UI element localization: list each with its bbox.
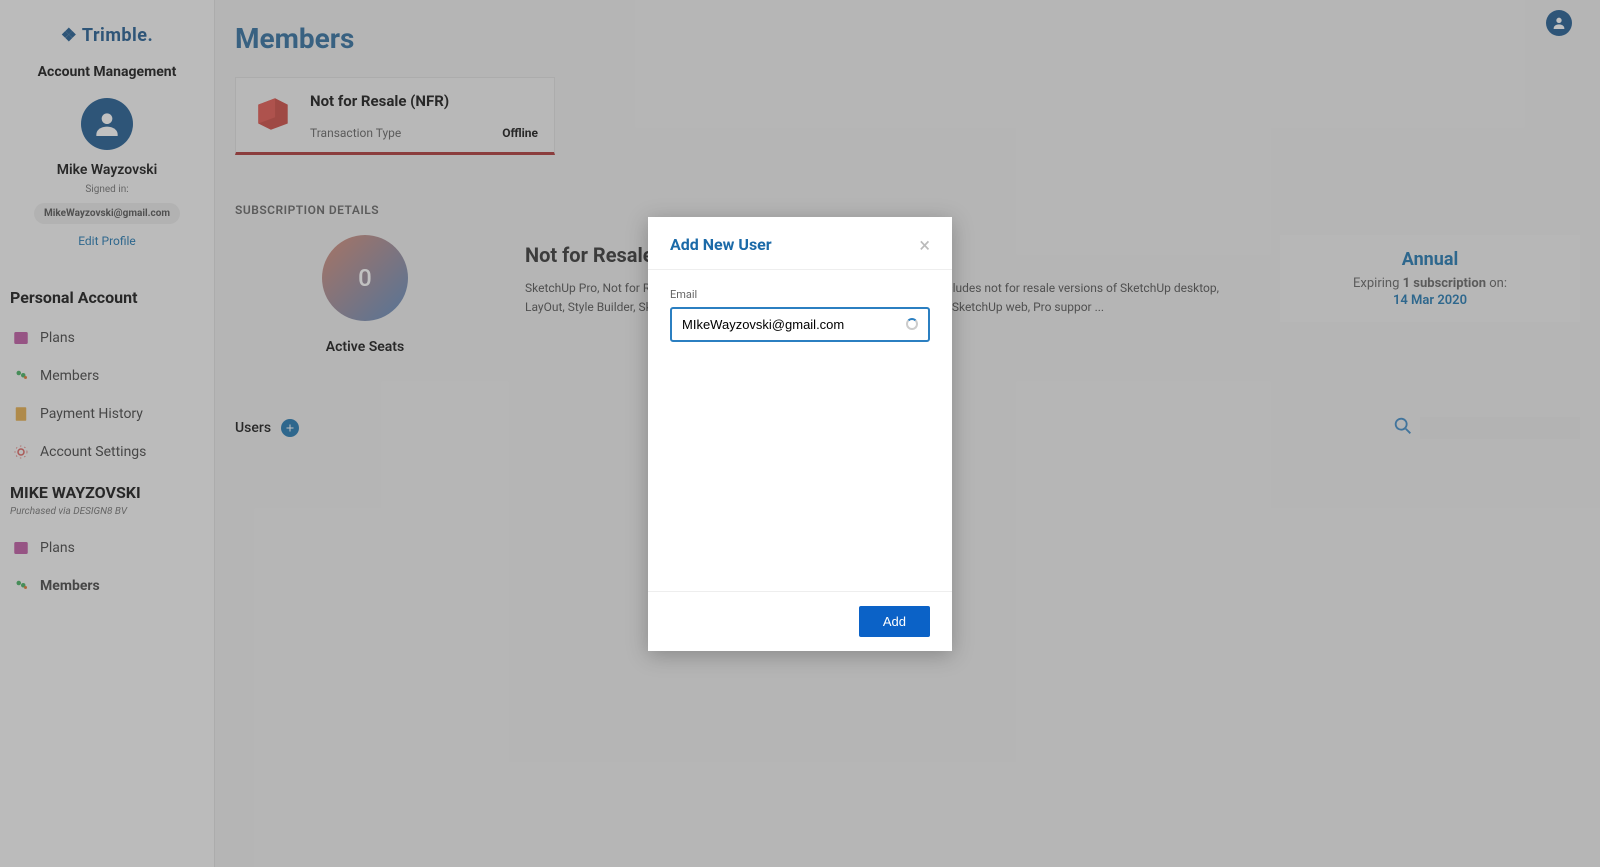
brand-logo-glyph: ❖ bbox=[61, 25, 78, 46]
add-user-button[interactable] bbox=[281, 419, 299, 437]
user-email-chip: MikeWayzovski@gmail.com bbox=[34, 203, 180, 224]
sidebar-item-label: Plans bbox=[40, 540, 75, 556]
product-name: Not for Resale (NFR) bbox=[310, 92, 538, 110]
add-button[interactable]: Add bbox=[859, 606, 930, 637]
transaction-type-value: Offline bbox=[502, 126, 538, 140]
settings-icon bbox=[12, 443, 30, 461]
transaction-type-label: Transaction Type bbox=[310, 126, 401, 140]
seats-label: Active Seats bbox=[235, 339, 495, 355]
product-card[interactable]: Not for Resale (NFR) Transaction Type Of… bbox=[235, 77, 555, 155]
term-expiring: Expiring 1 subscription on: bbox=[1296, 276, 1564, 291]
edit-profile-link[interactable]: Edit Profile bbox=[0, 234, 214, 248]
term-date: 14 Mar 2020 bbox=[1296, 293, 1564, 308]
sidebar-item-label: Payment History bbox=[40, 406, 143, 422]
brand-logo: ❖ Trimble. bbox=[0, 25, 214, 46]
close-icon[interactable]: × bbox=[919, 235, 930, 255]
user-name: Mike Wayzovski bbox=[0, 162, 214, 178]
email-label: Email bbox=[670, 288, 930, 301]
brand-name: Trimble. bbox=[82, 25, 153, 46]
search-icon[interactable] bbox=[1392, 415, 1414, 441]
personal-account-label: Personal Account bbox=[0, 276, 214, 319]
term-title: Annual bbox=[1296, 249, 1564, 270]
page-title: Members bbox=[235, 22, 1580, 55]
active-seats-block: 0 Active Seats bbox=[235, 235, 495, 355]
team-account-label: MIKE WAYZOVSKI bbox=[0, 471, 214, 506]
add-user-modal: Add New User × Email Add bbox=[648, 217, 952, 651]
purchased-via-label: Purchased via DESIGN8 BV bbox=[0, 506, 214, 529]
sidebar-item-label: Members bbox=[40, 578, 100, 594]
sidebar-section-title: Account Management bbox=[0, 64, 214, 80]
sidebar-item-payment-history[interactable]: Payment History bbox=[0, 395, 214, 433]
seats-count: 0 bbox=[322, 235, 408, 321]
product-info: Not for Resale (NFR) Transaction Type Of… bbox=[310, 92, 538, 140]
sidebar-item-team-members[interactable]: Members bbox=[0, 567, 214, 605]
sidebar-item-label: Members bbox=[40, 368, 99, 384]
payment-icon bbox=[12, 405, 30, 423]
sidebar-item-members[interactable]: Members bbox=[0, 357, 214, 395]
users-label: Users bbox=[235, 420, 271, 436]
email-field-wrap bbox=[670, 307, 930, 342]
email-input[interactable] bbox=[682, 317, 906, 332]
signed-in-label: Signed in: bbox=[0, 184, 214, 195]
members-icon bbox=[12, 367, 30, 385]
sidebar-item-plans[interactable]: Plans bbox=[0, 319, 214, 357]
users-search bbox=[1392, 415, 1580, 441]
sidebar-item-account-settings[interactable]: Account Settings bbox=[0, 433, 214, 471]
sidebar-item-team-plans[interactable]: Plans bbox=[0, 529, 214, 567]
sidebar-item-label: Plans bbox=[40, 330, 75, 346]
loading-spinner-icon bbox=[906, 318, 918, 330]
sidebar: ❖ Trimble. Account Management Mike Wayzo… bbox=[0, 0, 215, 867]
plans-icon bbox=[12, 329, 30, 347]
account-avatar-button[interactable] bbox=[1546, 10, 1572, 36]
members-icon bbox=[12, 577, 30, 595]
plans-icon bbox=[12, 539, 30, 557]
sidebar-item-label: Account Settings bbox=[40, 444, 146, 460]
subscription-term-block: Annual Expiring 1 subscription on: 14 Ma… bbox=[1280, 235, 1580, 322]
users-search-input[interactable] bbox=[1420, 417, 1580, 439]
sketchup-icon bbox=[252, 92, 294, 134]
subscription-details-label: SUBSCRIPTION DETAILS bbox=[235, 203, 1580, 217]
modal-title: Add New User bbox=[670, 235, 772, 254]
user-avatar-icon bbox=[81, 98, 133, 150]
